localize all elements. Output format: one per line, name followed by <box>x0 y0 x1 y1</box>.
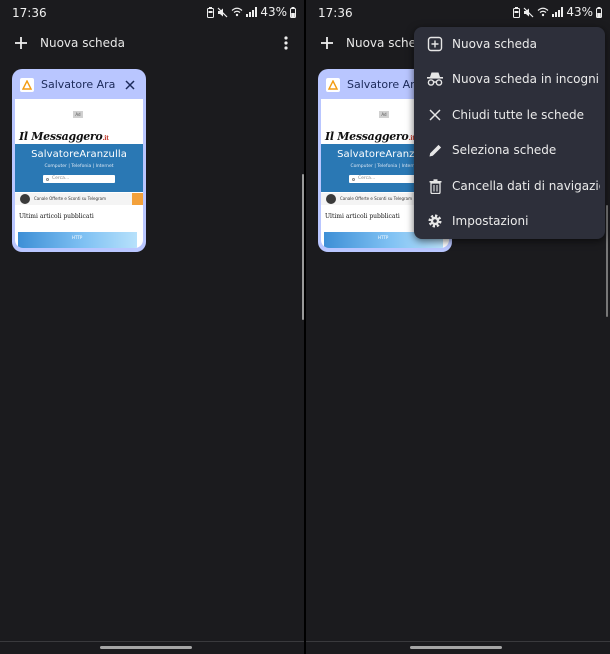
menu-item-label: Cancella dati di navigazio... <box>452 179 600 193</box>
wifi-icon <box>537 7 549 17</box>
battery-saver-icon <box>207 6 215 18</box>
plus-icon <box>321 37 333 49</box>
article-image-label: HTTP <box>72 235 83 240</box>
mute-icon <box>217 7 228 17</box>
site-nav: Computer | Telefonia | Internet <box>44 164 114 169</box>
site-search-placeholder: Cerca... <box>358 176 376 181</box>
menu-item-label: Chiudi tutte le schede <box>452 108 584 122</box>
ad-badge: Ad <box>73 111 83 118</box>
more-vert-icon <box>284 36 288 50</box>
battery-percentage: 43% <box>260 5 287 19</box>
menu-item-label: Seleziona schede <box>452 143 557 157</box>
battery-percentage: 43% <box>566 5 593 19</box>
author-avatar <box>326 194 336 204</box>
close-icon <box>426 106 444 124</box>
site-header-band: SalvatoreAranzulla Computer | Telefonia … <box>15 144 143 192</box>
tab-card-header: Salvatore Aranzulla <box>14 71 144 99</box>
menu-item-new-tab[interactable]: Nuova scheda <box>414 27 605 61</box>
menu-item-label: Nuova scheda <box>452 37 538 51</box>
plus-icon <box>15 37 27 49</box>
menu-item-select-tabs[interactable]: Seleziona schede <box>414 133 605 167</box>
site-search-box: Cerca... <box>349 175 421 183</box>
status-icons: 43% <box>513 5 602 19</box>
menu-item-clear-browsing-data[interactable]: Cancella dati di navigazio... <box>414 169 605 203</box>
menu-item-settings[interactable]: Impostazioni <box>414 204 605 238</box>
nav-divider <box>0 641 304 642</box>
status-time: 17:36 <box>318 6 353 20</box>
menu-item-close-all-tabs[interactable]: Chiudi tutte le schede <box>414 98 605 132</box>
nav-divider <box>306 641 610 642</box>
menu-item-label: Impostazioni <box>452 214 529 228</box>
ad-badge: Ad <box>379 111 389 118</box>
menu-item-new-incognito-tab[interactable]: Nuova scheda in incogni... <box>414 62 605 96</box>
status-bar: 17:36 43% <box>0 0 304 26</box>
status-time: 17:36 <box>12 6 47 20</box>
scrollbar[interactable] <box>302 174 304 320</box>
new-tab-label[interactable]: Nuova scheda <box>40 36 125 50</box>
tab-title: Salvatore Aranzulla <box>41 78 115 91</box>
menu-item-label: Nuova scheda in incogni... <box>452 72 600 86</box>
author-avatar <box>20 194 30 204</box>
masthead: Il Messaggero.it <box>19 130 109 143</box>
add-box-icon <box>426 35 444 53</box>
battery-icon <box>596 6 602 18</box>
telegram-banner: Canale Offerte e Sconti su Telegram <box>15 193 143 205</box>
incognito-icon <box>426 70 444 88</box>
close-icon <box>125 80 135 90</box>
battery-saver-icon <box>513 6 521 18</box>
site-search-box: Cerca... <box>43 175 115 183</box>
new-tab-button[interactable] <box>10 32 32 54</box>
search-icon <box>46 177 49 181</box>
article-image: HTTP <box>18 232 137 248</box>
right-screen: 17:36 43% Nuova scheda Salvatore Aranzul… <box>306 0 610 654</box>
tab-title: Salvatore Aranzulla <box>347 78 421 91</box>
battery-icon <box>290 6 296 18</box>
wifi-icon <box>231 7 243 17</box>
signal-icon <box>552 7 564 17</box>
close-tab-button[interactable] <box>122 77 138 93</box>
pencil-icon <box>426 141 444 159</box>
overflow-menu: Nuova scheda Nuova scheda in incogni... … <box>414 27 605 239</box>
masthead-suffix: .it <box>102 135 109 142</box>
masthead-name: Il Messaggero <box>325 130 409 143</box>
more-options-button[interactable] <box>278 32 294 54</box>
banner-accent <box>132 193 143 205</box>
status-icons: 43% <box>207 5 296 19</box>
home-indicator[interactable] <box>410 646 502 649</box>
tab-thumbnail: Ad Il Messaggero.it SalvatoreAranzulla C… <box>15 99 143 248</box>
signal-icon <box>246 7 258 17</box>
left-screen: 17:36 43% Nuova scheda Salvatore Aranzul… <box>0 0 304 654</box>
site-search-placeholder: Cerca... <box>52 176 70 181</box>
status-bar: 17:36 43% <box>306 0 610 26</box>
scrollbar[interactable] <box>606 205 608 317</box>
tab-switcher-toolbar: Nuova scheda <box>0 28 304 58</box>
articles-heading: Ultimi articoli pubblicati <box>19 213 94 220</box>
gear-icon <box>426 212 444 230</box>
telegram-banner-text: Canale Offerte e Sconti su Telegram <box>34 196 107 201</box>
new-tab-button[interactable] <box>316 32 338 54</box>
telegram-banner-text: Canale Offerte e Sconti su Telegram <box>340 196 413 201</box>
articles-heading: Ultimi articoli pubblicati <box>325 213 400 220</box>
site-favicon-icon <box>20 78 34 92</box>
search-icon <box>352 177 355 181</box>
trash-icon <box>426 177 444 195</box>
masthead: Il Messaggero.it <box>325 130 415 143</box>
home-indicator[interactable] <box>100 646 192 649</box>
site-brand-name: SalvatoreAranzulla <box>31 149 127 160</box>
site-favicon-icon <box>326 78 340 92</box>
masthead-name: Il Messaggero <box>19 130 103 143</box>
article-image-label: HTTP <box>378 235 389 240</box>
mute-icon <box>523 7 534 17</box>
tab-card[interactable]: Salvatore Aranzulla Ad Il Messaggero.it … <box>12 69 146 252</box>
